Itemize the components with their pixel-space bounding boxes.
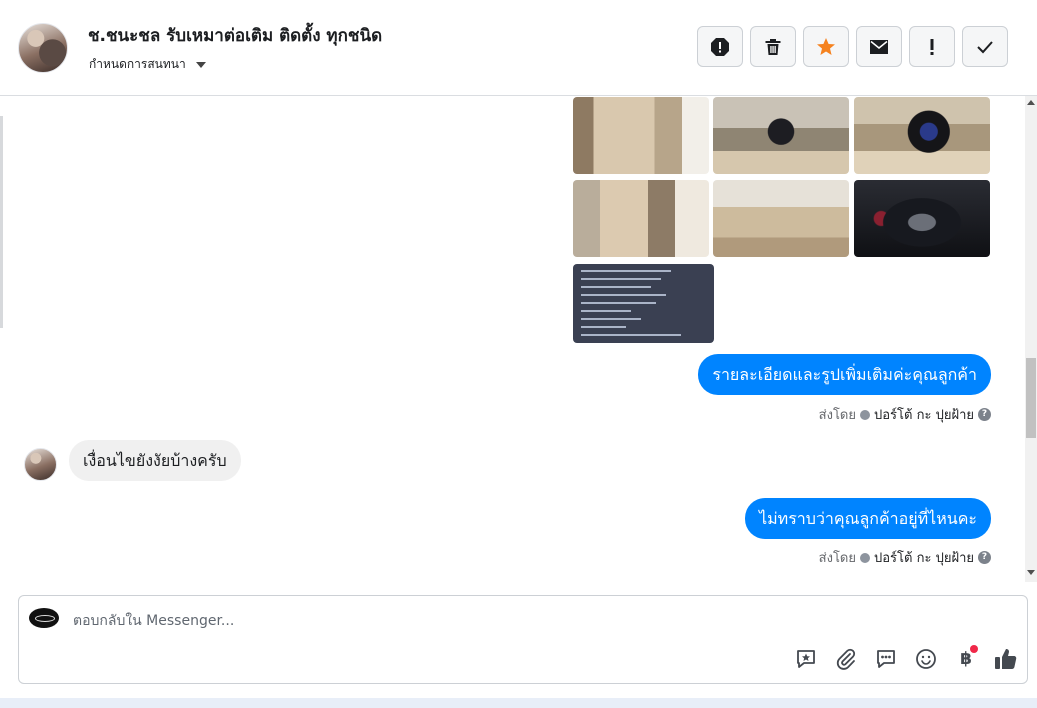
- business-suite-icon: [860, 409, 870, 420]
- help-icon[interactable]: ?: [978, 551, 991, 564]
- emoji-button[interactable]: [913, 646, 939, 672]
- left-border: [0, 116, 3, 328]
- trash-icon: [765, 38, 781, 55]
- follow-up-button[interactable]: [909, 26, 955, 67]
- sent-by-prefix: ส่งโดย: [818, 408, 856, 423]
- conversation-title: ช.ชนะชล รับเหมาต่อเติม ติดตั้ง ทุกชนิด: [88, 26, 383, 46]
- scrollbar-thumb[interactable]: [1026, 358, 1036, 438]
- scroll-up-arrow-icon[interactable]: [1027, 100, 1035, 105]
- header-toolbar: [697, 26, 1008, 67]
- scrollbar-track[interactable]: [1025, 96, 1037, 582]
- car-door-photo[interactable]: [573, 97, 709, 174]
- rear-seat-photo[interactable]: [713, 180, 849, 257]
- sent-by-label: ส่งโดย ปอร์โต้ กะ ปุยฝ้าย ?: [819, 404, 991, 425]
- business-suite-icon: [860, 552, 870, 563]
- emoji-icon: [916, 649, 936, 669]
- page-footer-strip: [0, 698, 1037, 708]
- page-avatar: [29, 608, 59, 628]
- composer-actions: ฿: [793, 645, 1019, 672]
- quick-reply-icon: [877, 650, 895, 668]
- checkmark-icon: [977, 40, 993, 53]
- steering-wheel-photo[interactable]: [854, 97, 990, 174]
- star-button[interactable]: [803, 26, 849, 67]
- payment-button[interactable]: ฿: [953, 645, 979, 672]
- sender-name[interactable]: ปอร์โต้ กะ ปุยฝ้าย: [874, 547, 974, 568]
- scroll-down-arrow-icon[interactable]: [1027, 570, 1035, 575]
- notification-dot: [970, 645, 978, 653]
- assign-label: กำหนดการสนทนา: [89, 57, 186, 71]
- help-icon[interactable]: ?: [978, 408, 991, 421]
- dashboard-gauge-photo[interactable]: [854, 180, 990, 257]
- like-button[interactable]: [993, 646, 1019, 672]
- thumbs-up-icon: [995, 649, 1017, 669]
- assign-conversation-dropdown[interactable]: กำหนดการสนทนา: [89, 55, 206, 74]
- sent-by-label: ส่งโดย ปอร์โต้ กะ ปุยฝ้าย ?: [819, 547, 991, 568]
- mark-done-button[interactable]: [962, 26, 1008, 67]
- envelope-icon: [870, 39, 888, 54]
- attach-button[interactable]: [833, 646, 859, 672]
- car-interior-photo[interactable]: [713, 97, 849, 174]
- conversation-header: ช.ชนะชล รับเหมาต่อเติม ติดตั้ง ทุกชนิด ก…: [0, 0, 1037, 96]
- car-spec-document-photo[interactable]: [573, 264, 714, 343]
- car-seat-photo[interactable]: [573, 180, 709, 257]
- caret-down-icon: [195, 61, 206, 68]
- customer-avatar-small[interactable]: [24, 448, 57, 481]
- reply-input[interactable]: [73, 610, 773, 632]
- saved-reply-icon: [797, 650, 815, 668]
- star-icon: [817, 37, 835, 55]
- saved-reply-button[interactable]: [793, 646, 819, 672]
- message-bubble-incoming[interactable]: เงื่อนไขยังงัยบ้างครับ: [69, 440, 241, 481]
- delete-button[interactable]: [750, 26, 796, 67]
- quick-reply-button[interactable]: [873, 646, 899, 672]
- baht-payment-icon: ฿: [960, 649, 972, 669]
- message-bubble-outgoing[interactable]: ไม่ทราบว่าคุณลูกค้าอยู่ที่ไหนคะ: [745, 498, 991, 539]
- message-thread[interactable]: รายละเอียดและรูปเพิ่มเติมค่ะคุณลูกค้า ส่…: [0, 96, 1037, 582]
- attachment-icon: [836, 648, 856, 670]
- sent-by-prefix: ส่งโดย: [818, 551, 856, 566]
- reply-composer: ฿: [18, 595, 1028, 684]
- report-icon: [711, 37, 729, 56]
- sender-name[interactable]: ปอร์โต้ กะ ปุยฝ้าย: [874, 404, 974, 425]
- exclamation-icon: [930, 38, 934, 55]
- report-button[interactable]: [697, 26, 743, 67]
- customer-avatar[interactable]: [18, 23, 68, 73]
- message-bubble-outgoing[interactable]: รายละเอียดและรูปเพิ่มเติมค่ะคุณลูกค้า: [698, 354, 991, 395]
- mark-unread-button[interactable]: [856, 26, 902, 67]
